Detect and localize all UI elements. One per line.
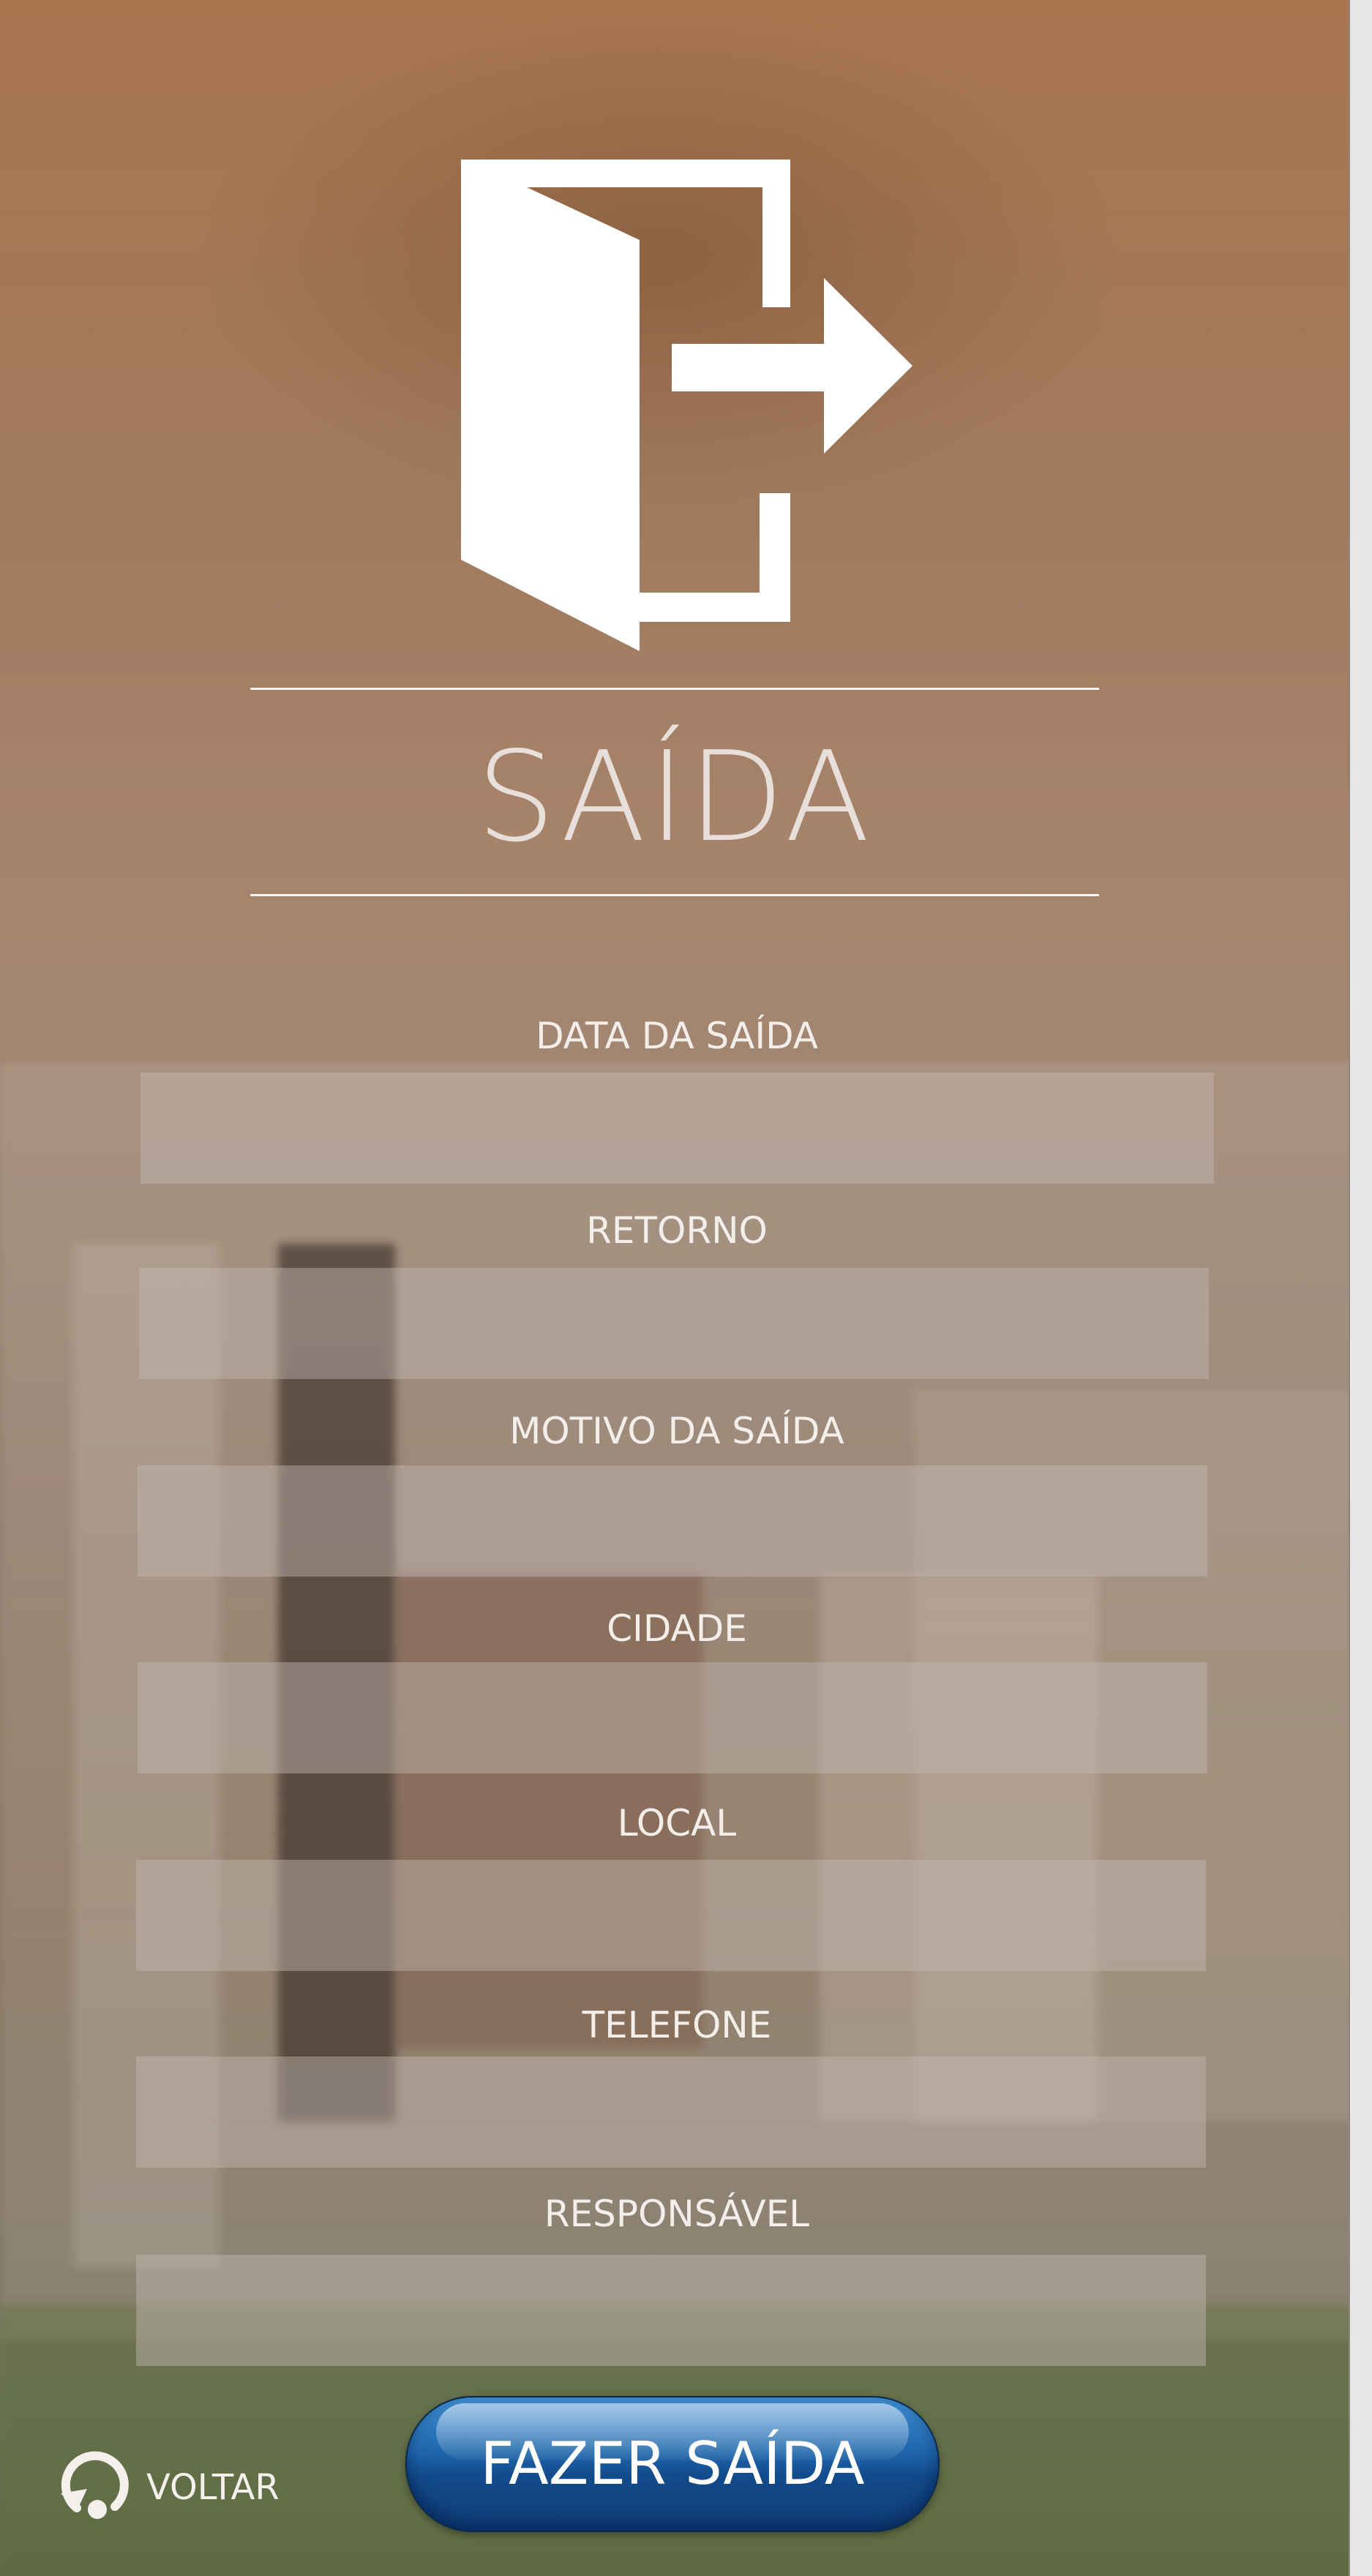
motivo-saida-input[interactable] — [138, 1465, 1207, 1577]
title-divider-bottom — [250, 894, 1099, 896]
field-label-retorno: RETORNO — [586, 1209, 768, 1252]
local-input[interactable] — [136, 1860, 1206, 1971]
fazer-saida-label: FAZER SAÍDA — [480, 2430, 865, 2498]
cidade-input[interactable] — [138, 1662, 1207, 1773]
voltar-button[interactable]: VOLTAR — [55, 2444, 289, 2524]
voltar-label: VOLTAR — [146, 2467, 280, 2508]
telefone-input[interactable] — [136, 2057, 1206, 2168]
field-label-telefone: TELEFONE — [582, 2004, 772, 2046]
data-saida-input[interactable] — [140, 1073, 1214, 1184]
back-circular-arrow-icon — [61, 2451, 129, 2519]
field-label-responsavel: RESPONSÁVEL — [544, 2193, 810, 2235]
field-label-local: LOCAL — [617, 1802, 737, 1844]
scrollbar-track[interactable] — [1350, 0, 1372, 2576]
page-title: SAÍDA — [476, 725, 873, 870]
title-divider-top — [250, 688, 1099, 690]
field-label-cidade: CIDADE — [607, 1607, 747, 1650]
retorno-input[interactable] — [139, 1268, 1209, 1379]
exit-door-arrow-icon — [461, 159, 912, 651]
field-label-motivo: MOTIVO DA SAÍDA — [509, 1410, 844, 1452]
responsavel-input[interactable] — [136, 2255, 1206, 2366]
fazer-saida-button[interactable]: FAZER SAÍDA — [405, 2396, 940, 2532]
field-label-data-saida: DATA DA SAÍDA — [536, 1015, 818, 1057]
